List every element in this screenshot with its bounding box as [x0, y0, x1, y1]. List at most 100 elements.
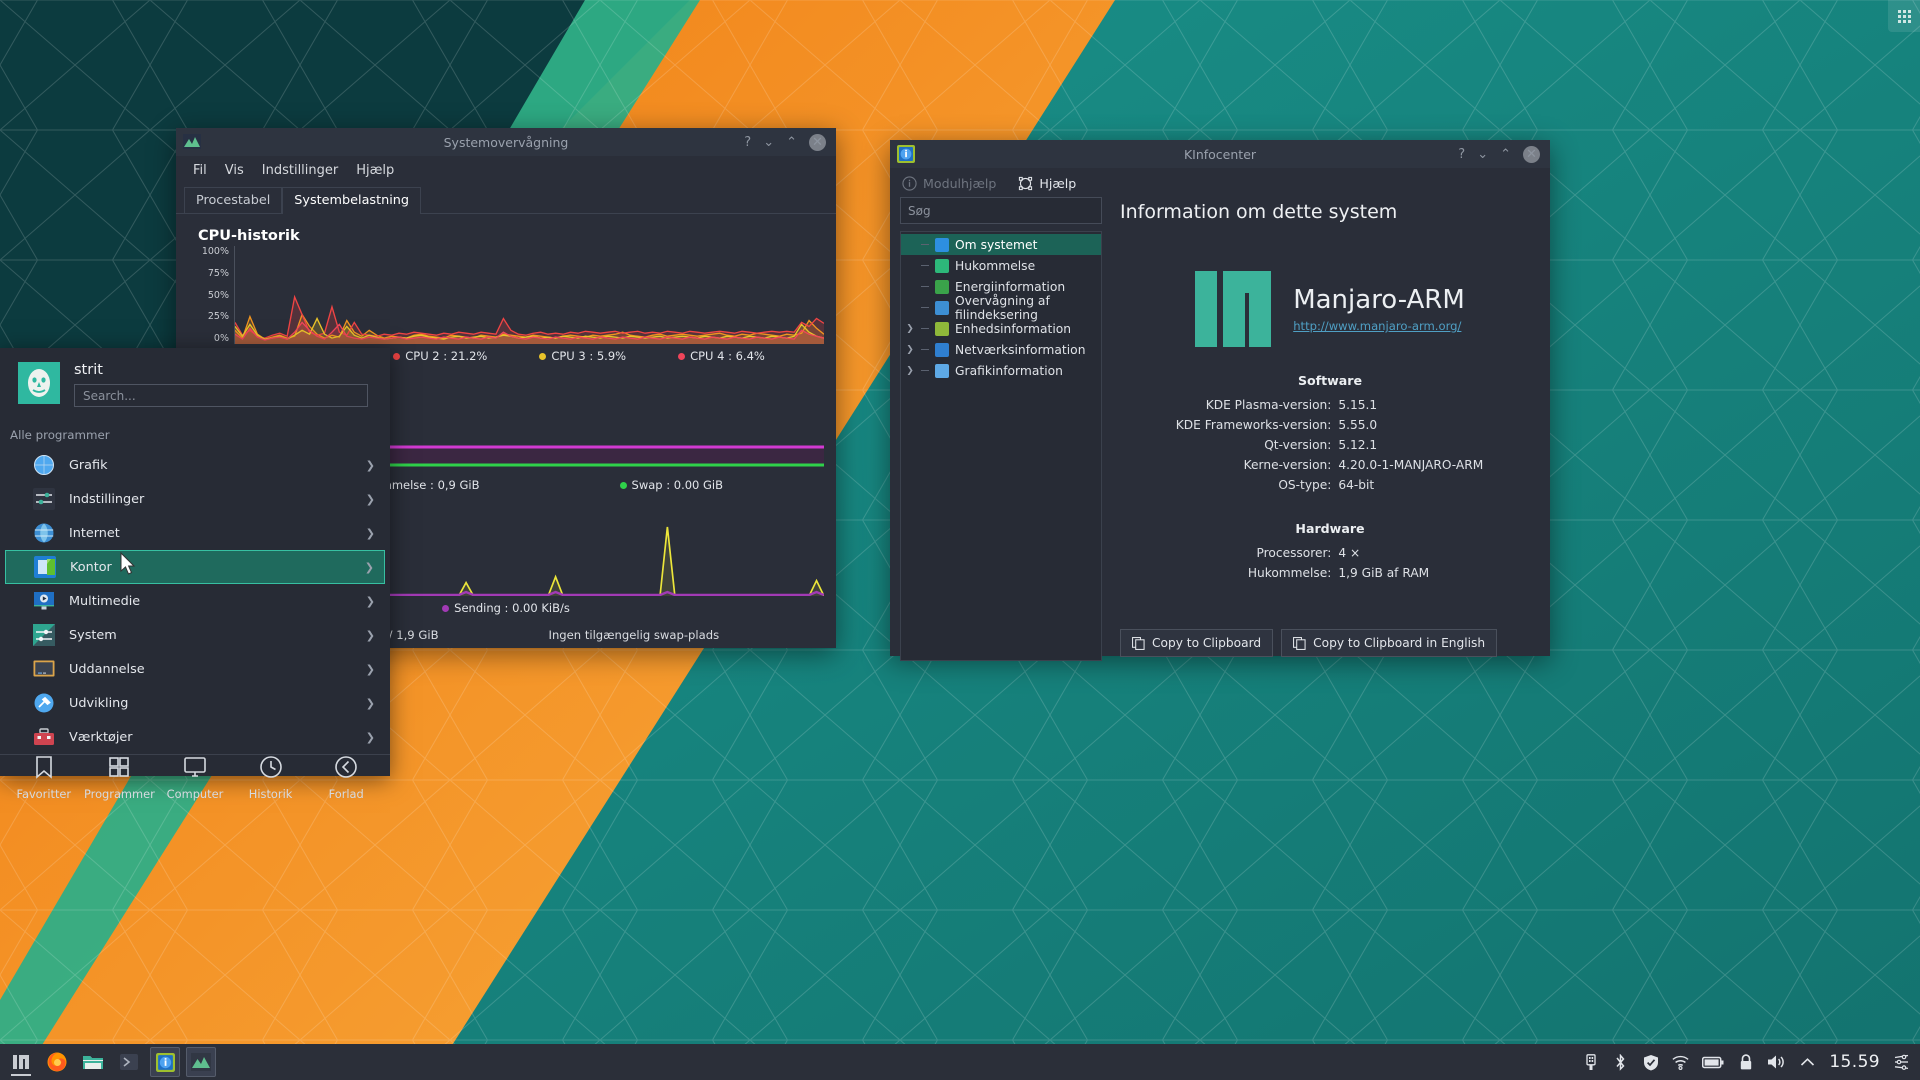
launcher-tab-programmer[interactable]: Programmer [84, 755, 155, 801]
launcher-tab-computer[interactable]: Computer [160, 755, 230, 801]
help-button[interactable]: ? [744, 136, 751, 149]
software-value: 5.15.1 [1338, 398, 1378, 412]
tree-branch-line [921, 328, 929, 329]
launcher-item-udvikling[interactable]: Udvikling ❯ [5, 686, 385, 720]
maximize-button[interactable]: ⌃ [786, 136, 797, 149]
maximize-button[interactable]: ⌃ [1500, 148, 1511, 161]
cpu-plot-area [234, 246, 825, 344]
tree-branch-line [921, 286, 929, 287]
help-button[interactable]: ? [1458, 148, 1465, 161]
launcher-tab-favoritter[interactable]: Favoritter [9, 755, 79, 801]
minimize-button[interactable]: ⌄ [1477, 148, 1488, 161]
minimize-button[interactable]: ⌄ [763, 136, 774, 149]
panel-settings-icon[interactable] [1893, 1054, 1910, 1071]
sysmon-menubar[interactable]: Fil Vis Indstillinger Hjælp [176, 156, 836, 183]
task-system-monitor[interactable] [186, 1047, 216, 1077]
kinfo-action-buttons[interactable]: Copy to Clipboard Copy to Clipboard in E… [1120, 629, 1540, 661]
module-tree[interactable]: Om systemet Hukommelse Energiinformation Ov… [900, 231, 1102, 661]
bluetooth-icon[interactable] [1612, 1053, 1629, 1071]
tree-item-grafikinformation[interactable]: ❯ Grafikinformation [901, 360, 1101, 381]
system-tray[interactable]: 15.59 [1582, 1052, 1920, 1072]
software-row: KDE Frameworks-version: 5.55.0 [1120, 415, 1540, 435]
swap-color-dot [619, 481, 627, 489]
application-launcher[interactable]: strit Search... Alle programmer Grafik ❯ I… [0, 348, 390, 801]
kinfo-toolbar[interactable]: Modulhjælp Hjælp [890, 168, 1550, 197]
system-monitor-icon [183, 134, 201, 149]
copy-to-clipboard-button[interactable]: Copy to Clipboard [1120, 629, 1274, 657]
launcher-search-input[interactable]: Search... [74, 384, 368, 407]
close-button[interactable]: ✕ [809, 133, 826, 151]
tree-item-overv-gning-af-filindeksering[interactable]: Overvågning af filindeksering [901, 294, 1101, 322]
distro-text: Manjaro-ARM http://www.manjaro-arm.org/ [1293, 285, 1465, 333]
launcher-category-list[interactable]: Grafik ❯ Indstillinger ❯ Internet ❯ Kontor ❯ Mul… [0, 448, 390, 754]
menu-hjaelp[interactable]: Hjælp [347, 160, 403, 181]
software-key: KDE Frameworks-version: [1175, 418, 1332, 432]
close-button[interactable]: ✕ [1523, 145, 1540, 163]
search-input[interactable]: Søg [900, 197, 1102, 224]
tree-item-netv-rksinformation[interactable]: ❯ Netværksinformation [901, 339, 1101, 360]
desktop-widget-handle-icon[interactable] [1888, 0, 1920, 32]
leave-icon [334, 755, 358, 782]
launcher-tab-historik[interactable]: Historik [236, 755, 306, 801]
file-manager-icon [83, 1056, 103, 1069]
software-row: Kerne-version: 4.20.0-1-MANJARO-ARM [1120, 455, 1540, 475]
task-terminal[interactable] [114, 1047, 144, 1077]
usb-device-icon[interactable] [1582, 1053, 1599, 1071]
chevron-right-icon: ❯ [365, 458, 375, 472]
launcher-item-internet[interactable]: Internet ❯ [5, 516, 385, 550]
task-firefox[interactable] [42, 1047, 72, 1077]
tree-item-enhedsinformation[interactable]: ❯ Enhedsinformation [901, 318, 1101, 339]
help-menu-button[interactable]: Hjælp [1018, 176, 1076, 191]
hardware-value: 4 × [1338, 546, 1361, 560]
menu-fil[interactable]: Fil [184, 160, 216, 181]
battery-icon[interactable] [1702, 1054, 1724, 1071]
panel-launcher-button[interactable] [6, 1047, 36, 1077]
chevron-right-icon: ❯ [365, 526, 375, 540]
menu-vis[interactable]: Vis [216, 160, 253, 181]
tab-systembelastning[interactable]: Systembelastning [282, 187, 421, 215]
sysmon-titlebar[interactable]: Systemovervågning ? ⌄ ⌃ ✕ [176, 128, 836, 156]
chevron-right-icon[interactable]: ❯ [905, 345, 915, 355]
launcher-tab-forlad[interactable]: Forlad [311, 755, 381, 801]
launcher-item-grafik[interactable]: Grafik ❯ [5, 448, 385, 482]
kinfocenter-window[interactable]: KInfocenter ? ⌄ ⌃ ✕ Modulhjælp Hjælp Søg… [890, 140, 1550, 661]
launcher-item-kontor[interactable]: Kontor ❯ [5, 550, 385, 584]
chevron-right-icon[interactable]: ❯ [905, 366, 915, 376]
volume-icon[interactable] [1767, 1054, 1786, 1071]
software-key: Kerne-version: [1243, 458, 1332, 472]
launcher-item-v-rkt-jer[interactable]: Værktøjer ❯ [5, 720, 385, 754]
kinfo-window-buttons[interactable]: ? ⌄ ⌃ ✕ [1458, 145, 1550, 163]
chevron-up-icon[interactable] [1799, 1054, 1816, 1071]
shield-icon[interactable] [1642, 1054, 1659, 1071]
kinfo-titlebar[interactable]: KInfocenter ? ⌄ ⌃ ✕ [890, 140, 1550, 168]
chevron-right-icon[interactable]: ❯ [905, 324, 915, 334]
module-help-button[interactable]: Modulhjælp [902, 176, 996, 191]
launcher-footer-tabs[interactable]: Favoritter Programmer Computer Historik Forl… [0, 754, 390, 801]
avatar[interactable] [18, 362, 60, 404]
tab-procestabel[interactable]: Procestabel [184, 187, 283, 214]
launcher-item-system[interactable]: System ❯ [5, 618, 385, 652]
tree-item-om-systemet[interactable]: Om systemet [901, 234, 1101, 255]
sysmon-window-buttons[interactable]: ? ⌄ ⌃ ✕ [744, 133, 836, 151]
cpu-ytick-75: 75% [207, 267, 229, 279]
bookmark-icon [32, 755, 56, 782]
task-file-manager[interactable] [78, 1047, 108, 1077]
launcher-item-label: Indstillinger [69, 491, 145, 507]
clock[interactable]: 15.59 [1829, 1052, 1880, 1072]
launcher-item-multimedie[interactable]: Multimedie ❯ [5, 584, 385, 618]
panel-task-area[interactable] [0, 1047, 216, 1077]
cpu-ytick-0: 0% [213, 333, 229, 344]
launcher-item-indstillinger[interactable]: Indstillinger ❯ [5, 482, 385, 516]
menu-indstillinger[interactable]: Indstillinger [253, 160, 347, 181]
lock-icon[interactable] [1737, 1053, 1754, 1071]
sysmon-tabbar[interactable]: Procestabel Systembelastning [176, 187, 836, 215]
copy-to-clipboard-english-button[interactable]: Copy to Clipboard in English [1281, 629, 1498, 657]
tree-item-hukommelse[interactable]: Hukommelse [901, 255, 1101, 276]
launcher-item-uddannelse[interactable]: Uddannelse ❯ [5, 652, 385, 686]
info-circle-icon [902, 176, 917, 191]
distro-url-link[interactable]: http://www.manjaro-arm.org/ [1293, 319, 1465, 333]
launcher-item-label: Grafik [69, 457, 108, 473]
wifi-icon[interactable] [1672, 1054, 1689, 1071]
task-kinfocenter[interactable] [150, 1047, 180, 1077]
taskbar-panel[interactable]: 15.59 [0, 1044, 1920, 1080]
